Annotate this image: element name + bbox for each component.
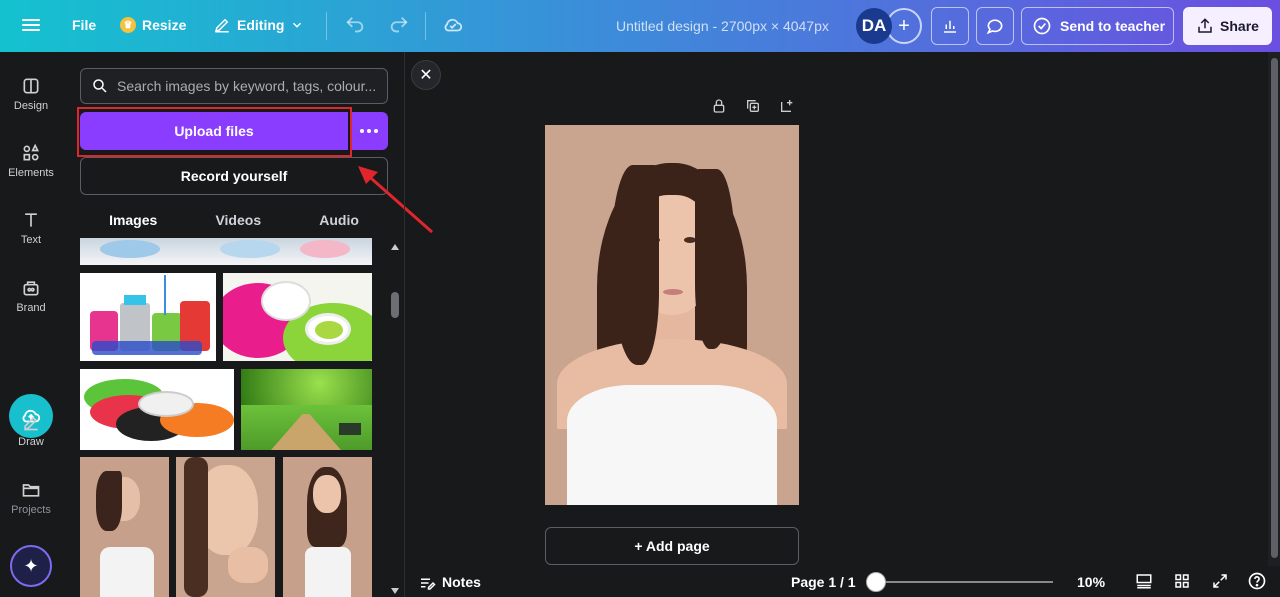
redo-icon[interactable] xyxy=(388,14,410,42)
close-icon: ✕ xyxy=(419,67,433,84)
zoom-slider-handle[interactable] xyxy=(866,572,886,592)
bottom-bar: Notes Page 1 / 1 10% xyxy=(405,566,1280,597)
record-yourself-button[interactable]: Record yourself xyxy=(80,157,388,195)
rail-item-design[interactable]: Design xyxy=(0,76,62,112)
divider xyxy=(326,12,327,40)
share-label: Share xyxy=(1220,18,1259,34)
image-grid xyxy=(80,238,374,597)
resize-button[interactable]: ♛ Resize xyxy=(120,17,186,33)
undo-icon[interactable] xyxy=(344,14,366,42)
text-icon xyxy=(25,213,37,227)
add-page-button[interactable]: + Add page xyxy=(545,527,799,565)
comments-button[interactable] xyxy=(976,7,1014,45)
portrait-hair-front xyxy=(611,165,659,365)
portrait-top xyxy=(567,385,777,505)
scrollbar-thumb[interactable] xyxy=(391,292,399,318)
crown-icon: ♛ xyxy=(120,17,136,33)
share-icon xyxy=(1198,18,1212,33)
share-button[interactable]: Share xyxy=(1183,7,1272,45)
insights-button[interactable] xyxy=(931,7,969,45)
menu-icon[interactable] xyxy=(22,16,40,34)
duplicate-page-icon[interactable] xyxy=(745,98,761,114)
thumbnail-woman-touching-face[interactable] xyxy=(176,457,275,597)
design-page[interactable] xyxy=(545,125,799,505)
bar-chart-icon xyxy=(944,20,956,33)
file-label: File xyxy=(72,17,97,33)
portrait-lips xyxy=(663,289,683,295)
sparkle-icon: ✦ xyxy=(23,555,39,576)
design-title[interactable]: Untitled design - 2700px × 4047px xyxy=(616,18,829,34)
magic-sparkle-button[interactable]: ✦ xyxy=(10,545,52,587)
canvas-scrollbar-thumb[interactable] xyxy=(1271,58,1278,558)
thumbnail-silicone-container[interactable] xyxy=(223,273,372,361)
thumbnail-park-path[interactable] xyxy=(241,369,372,450)
notes-button[interactable]: Notes xyxy=(418,574,481,592)
help-icon[interactable] xyxy=(1247,571,1267,591)
cloud-saved-icon[interactable] xyxy=(442,14,464,42)
search-input[interactable] xyxy=(117,78,377,94)
rail-item-projects[interactable]: Projects xyxy=(0,480,62,516)
brand-icon xyxy=(23,281,39,296)
canvas-scrollbar[interactable] xyxy=(1268,52,1280,566)
file-menu-button[interactable]: File xyxy=(72,17,96,33)
panel-divider xyxy=(404,52,405,597)
page-indicator[interactable]: Page 1 / 1 xyxy=(791,574,856,590)
rail-item-elements[interactable]: Elements xyxy=(0,143,62,179)
highlight-box xyxy=(77,107,352,157)
rail-label: Text xyxy=(20,234,42,246)
thumbnail-sippy-cups[interactable] xyxy=(80,273,216,361)
grid-view-icon[interactable] xyxy=(1173,572,1191,590)
divider xyxy=(425,12,426,40)
rail-item-draw[interactable]: Draw xyxy=(0,412,62,448)
lock-icon[interactable] xyxy=(711,98,727,114)
avatar[interactable]: DA xyxy=(856,8,892,44)
tab-images[interactable]: Images xyxy=(109,212,158,240)
close-panel-button[interactable]: ✕ xyxy=(411,60,441,90)
resize-label: Resize xyxy=(142,17,187,33)
thumbnail-lids-partial[interactable] xyxy=(80,238,372,265)
fullscreen-icon[interactable] xyxy=(1211,572,1229,590)
notes-label: Notes xyxy=(442,574,481,590)
annotation-arrow xyxy=(358,166,433,234)
zoom-level[interactable]: 10% xyxy=(1077,574,1105,590)
rail-label: Draw xyxy=(18,436,44,448)
notes-icon xyxy=(421,578,436,590)
side-rail: Design Elements Text Brand Draw Projects xyxy=(0,52,64,597)
rail-label: Brand xyxy=(16,302,46,314)
search-icon xyxy=(93,79,107,93)
chevron-down-icon xyxy=(293,22,302,28)
panel-scrollbar[interactable] xyxy=(389,240,401,597)
send-to-teacher-label: Send to teacher xyxy=(1060,18,1166,34)
check-circle-icon xyxy=(1033,17,1051,35)
folder-icon xyxy=(22,484,40,497)
media-tabs: Images Videos Audio xyxy=(80,212,388,240)
pen-icon xyxy=(24,416,38,431)
editing-mode-dropdown[interactable]: Editing xyxy=(213,16,304,34)
rail-item-text[interactable]: Text xyxy=(0,210,62,246)
top-bar: File ♛ Resize Editing Untitled design - … xyxy=(0,0,1280,52)
search-field[interactable] xyxy=(80,68,388,104)
layout-icon xyxy=(23,78,39,94)
rail-label: Design xyxy=(13,100,49,112)
comment-icon xyxy=(986,19,1003,35)
send-to-teacher-button[interactable]: Send to teacher xyxy=(1021,7,1174,45)
editing-label: Editing xyxy=(237,17,285,33)
uploads-panel: Upload files Record yourself Images Vide… xyxy=(64,52,405,597)
rail-label: Elements xyxy=(8,167,54,179)
zoom-slider[interactable] xyxy=(866,572,1053,592)
pencil-icon xyxy=(214,18,229,33)
thumbnail-woman-profile[interactable] xyxy=(80,457,169,597)
upload-more-options-button[interactable] xyxy=(350,112,388,150)
add-page-icon[interactable] xyxy=(779,98,795,114)
thumbnail-collapsible-bowls[interactable] xyxy=(80,369,234,450)
page-view-icon[interactable] xyxy=(1135,572,1153,590)
shapes-icon xyxy=(23,143,40,161)
page-toolbar xyxy=(711,98,795,114)
rail-item-brand[interactable]: Brand xyxy=(0,278,62,314)
thumbnail-woman-front[interactable] xyxy=(283,457,372,597)
rail-label: Projects xyxy=(11,504,51,516)
scroll-down-arrow[interactable] xyxy=(391,588,399,594)
tab-videos[interactable]: Videos xyxy=(215,212,261,240)
scroll-up-arrow[interactable] xyxy=(391,244,399,250)
